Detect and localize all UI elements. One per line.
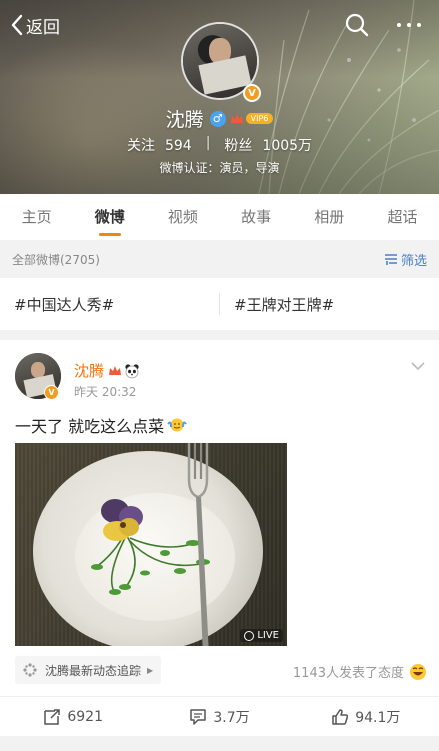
pansy-flower	[91, 499, 210, 595]
search-button[interactable]	[343, 11, 371, 39]
repost-button[interactable]: 6921	[0, 697, 146, 736]
comment-icon	[190, 708, 207, 725]
like-icon	[332, 708, 349, 725]
tab-weibo[interactable]: 微博	[73, 194, 146, 240]
following-stat[interactable]: 关注 594	[127, 135, 192, 155]
fork	[187, 443, 209, 646]
chevron-left-icon	[11, 14, 23, 36]
search-icon	[345, 13, 369, 37]
tab-super-topic[interactable]: 超话	[366, 194, 439, 240]
crown-icon	[230, 113, 243, 123]
post-text: 一天了 就吃这么点菜	[15, 413, 187, 437]
topic-item[interactable]: #中国达人秀#	[0, 294, 219, 315]
profile-header: 返回 V 沈腾 ♂ VIP6 关注 594 | 粉丝 1005万 微博认证：演员，导…	[0, 0, 439, 194]
post-photo[interactable]: LIVE	[15, 443, 287, 646]
tracker-icon	[23, 663, 37, 677]
tab-video[interactable]: 视频	[146, 194, 219, 240]
topic-bar: #中国达人秀# #王牌对王牌#	[0, 278, 439, 330]
verified-v-icon: V	[243, 84, 261, 102]
profile-stats: 关注 594 | 粉丝 1005万	[0, 135, 439, 155]
laugh-emoji-icon	[410, 663, 426, 680]
gender-male-icon: ♂	[209, 110, 226, 127]
verified-v-icon: V	[44, 385, 59, 400]
tracker-link[interactable]: 沈腾最新动态追踪 ▶	[15, 656, 162, 684]
back-button[interactable]: 返回	[10, 12, 60, 38]
post-author[interactable]: 沈腾	[74, 360, 140, 381]
live-photo-icon	[244, 630, 255, 641]
crown-icon	[109, 365, 122, 375]
filter-bar: 全部微博(2705) 筛选	[0, 240, 439, 278]
tab-home[interactable]: 主页	[0, 194, 73, 240]
back-label: 返回	[26, 17, 60, 38]
post-time: 昨天 20:32	[74, 385, 137, 399]
like-button[interactable]: 94.1万	[293, 697, 439, 736]
tab-story[interactable]: 故事	[220, 194, 293, 240]
profile-tabs: 主页 微博 视频 故事 相册 超话	[0, 194, 439, 240]
profile-name: 沈腾	[165, 109, 204, 131]
chevron-down-icon[interactable]	[410, 360, 426, 372]
shrug-emoji-icon	[167, 418, 187, 432]
stats-separator: |	[205, 135, 211, 151]
post-action-bar: 6921 3.7万 94.1万	[0, 696, 439, 736]
post-card: V 沈腾 昨天 20:32 一天了 就吃这么点菜 LIVE 沈腾最新动态追踪 ▶…	[0, 340, 439, 736]
verification-text: 微博认证：演员，导演	[159, 161, 280, 175]
vip-badge[interactable]: VIP6	[245, 113, 274, 124]
bottom-strip	[0, 736, 439, 751]
attitude-summary[interactable]: 1143人发表了态度	[293, 662, 427, 681]
topic-item[interactable]: #王牌对王牌#	[220, 294, 439, 315]
weibo-count-label: 全部微博(2705)	[12, 252, 100, 267]
filter-button[interactable]: 筛选	[384, 250, 427, 269]
comment-button[interactable]: 3.7万	[146, 697, 292, 736]
repost-icon	[44, 708, 61, 725]
more-button[interactable]	[393, 11, 425, 39]
tab-album[interactable]: 相册	[293, 194, 366, 240]
filter-icon	[384, 254, 397, 265]
profile-name-row: 沈腾 ♂ VIP6	[0, 105, 439, 132]
caret-right-icon: ▶	[147, 665, 154, 675]
more-icon	[397, 23, 401, 27]
panda-icon	[125, 363, 139, 378]
live-photo-badge: LIVE	[240, 629, 283, 642]
followers-stat[interactable]: 粉丝 1005万	[224, 135, 312, 155]
